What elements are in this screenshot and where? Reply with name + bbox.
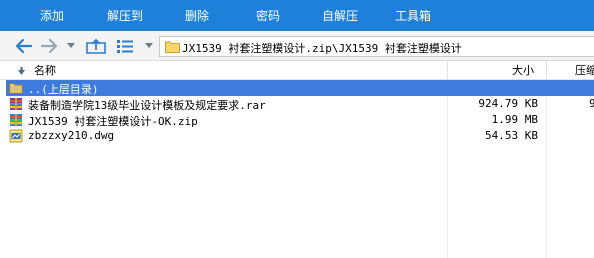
history-dropdown-icon[interactable] xyxy=(66,42,76,50)
path-field[interactable]: JX1539 衬套注塑模设计.zip\JX1539 衬套注塑模设计 xyxy=(159,36,594,57)
up-folder-icon[interactable] xyxy=(86,38,106,54)
column-divider[interactable] xyxy=(546,61,547,80)
list-item-parent[interactable]: ..(上层目录) xyxy=(6,80,594,96)
main-toolbar: 添加 解压到 删除 密码 自解压 工具箱 xyxy=(0,0,594,31)
list-item[interactable]: zbzzxy210.dwg 54.53 KB 3 xyxy=(6,128,594,144)
column-name[interactable]: 名称 xyxy=(34,61,56,80)
file-name: zbzzxy210.dwg xyxy=(28,129,115,142)
address-bar: JX1539 衬套注塑模设计.zip\JX1539 衬套注塑模设计 xyxy=(0,31,594,61)
column-packed[interactable]: 压缩 xyxy=(575,61,594,80)
forward-arrow-icon[interactable] xyxy=(40,38,58,54)
toolbox-button[interactable]: 工具箱 xyxy=(395,6,431,26)
file-size: 924.79 KB xyxy=(478,97,538,110)
file-size: 54.53 KB xyxy=(485,129,538,142)
back-arrow-icon[interactable] xyxy=(15,38,33,54)
add-button[interactable]: 添加 xyxy=(40,6,64,26)
parent-folder-icon xyxy=(9,83,23,94)
column-header: 名称 大小 压缩 xyxy=(0,61,594,80)
file-name: 装备制造学院13级毕业设计模板及规定要求.rar xyxy=(28,99,266,112)
self-extract-button[interactable]: 自解压 xyxy=(322,6,358,26)
delete-button[interactable]: 删除 xyxy=(185,6,209,26)
dwg-file-icon xyxy=(9,129,23,143)
zip-archive-icon xyxy=(10,114,22,126)
file-name: ..(上层目录) xyxy=(28,83,99,96)
sort-arrow-icon xyxy=(18,67,25,75)
folder-icon xyxy=(165,41,180,53)
list-item[interactable]: 装备制造学院13级毕业设计模板及规定要求.rar 924.79 KB 92 xyxy=(6,96,594,112)
rar-archive-icon xyxy=(10,98,22,110)
list-item[interactable]: JX1539 衬套注塑模设计-OK.zip 1.99 MB xyxy=(6,112,594,128)
view-list-icon[interactable] xyxy=(117,40,133,53)
extract-to-button[interactable]: 解压到 xyxy=(107,6,143,26)
file-packed: 92 xyxy=(589,97,594,110)
column-divider[interactable] xyxy=(447,61,448,80)
file-list: ..(上层目录) 装备制造学院13级毕业设计模板及规定要求.rar 924.79… xyxy=(0,80,594,258)
view-dropdown-icon[interactable] xyxy=(144,42,154,50)
password-button[interactable]: 密码 xyxy=(256,6,280,26)
path-text: JX1539 衬套注塑模设计.zip\JX1539 衬套注塑模设计 xyxy=(182,42,462,55)
file-size: 1.99 MB xyxy=(491,113,538,126)
file-name: JX1539 衬套注塑模设计-OK.zip xyxy=(28,115,198,128)
column-size[interactable]: 大小 xyxy=(512,61,534,80)
